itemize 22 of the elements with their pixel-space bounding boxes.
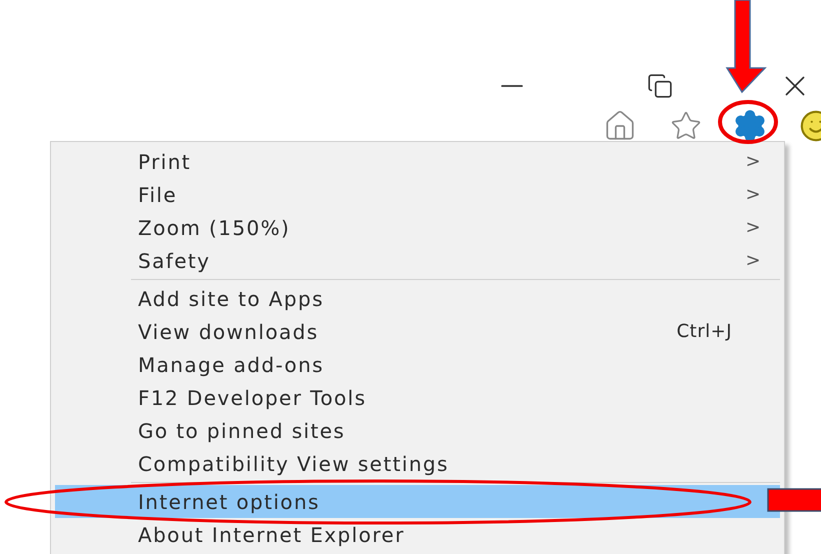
menu-item[interactable]: File >	[55, 178, 780, 211]
menu-item[interactable]: Zoom (150%) >	[55, 211, 780, 244]
pointer-bar	[767, 488, 821, 512]
menu-item[interactable]: Manage add-ons	[55, 348, 780, 381]
submenu-arrow: >	[746, 151, 762, 172]
menu-item[interactable]: Safety >	[55, 244, 780, 277]
highlight-circle	[718, 100, 778, 144]
shortcut-label: Ctrl+J	[676, 321, 732, 342]
menu-item[interactable]: Internet options	[55, 485, 780, 518]
menu-item[interactable]: F12 Developer Tools	[55, 381, 780, 414]
submenu-arrow: >	[746, 250, 762, 271]
menu-item[interactable]: Add site to Apps	[55, 282, 780, 315]
submenu-arrow: >	[746, 184, 762, 205]
menu-item[interactable]: About Internet Explorer	[55, 518, 780, 551]
menu-item[interactable]: Go to pinned sites	[55, 414, 780, 447]
menu-item[interactable]: View downloads Ctrl+J	[55, 315, 780, 348]
settings-icon[interactable]	[733, 109, 767, 143]
menu-item[interactable]: Print >	[55, 145, 780, 178]
submenu-arrow: >	[746, 217, 762, 238]
restore-icon[interactable]	[647, 73, 673, 99]
menu-item[interactable]: Compatibility View settings	[55, 447, 780, 480]
star-icon[interactable]	[670, 110, 702, 142]
